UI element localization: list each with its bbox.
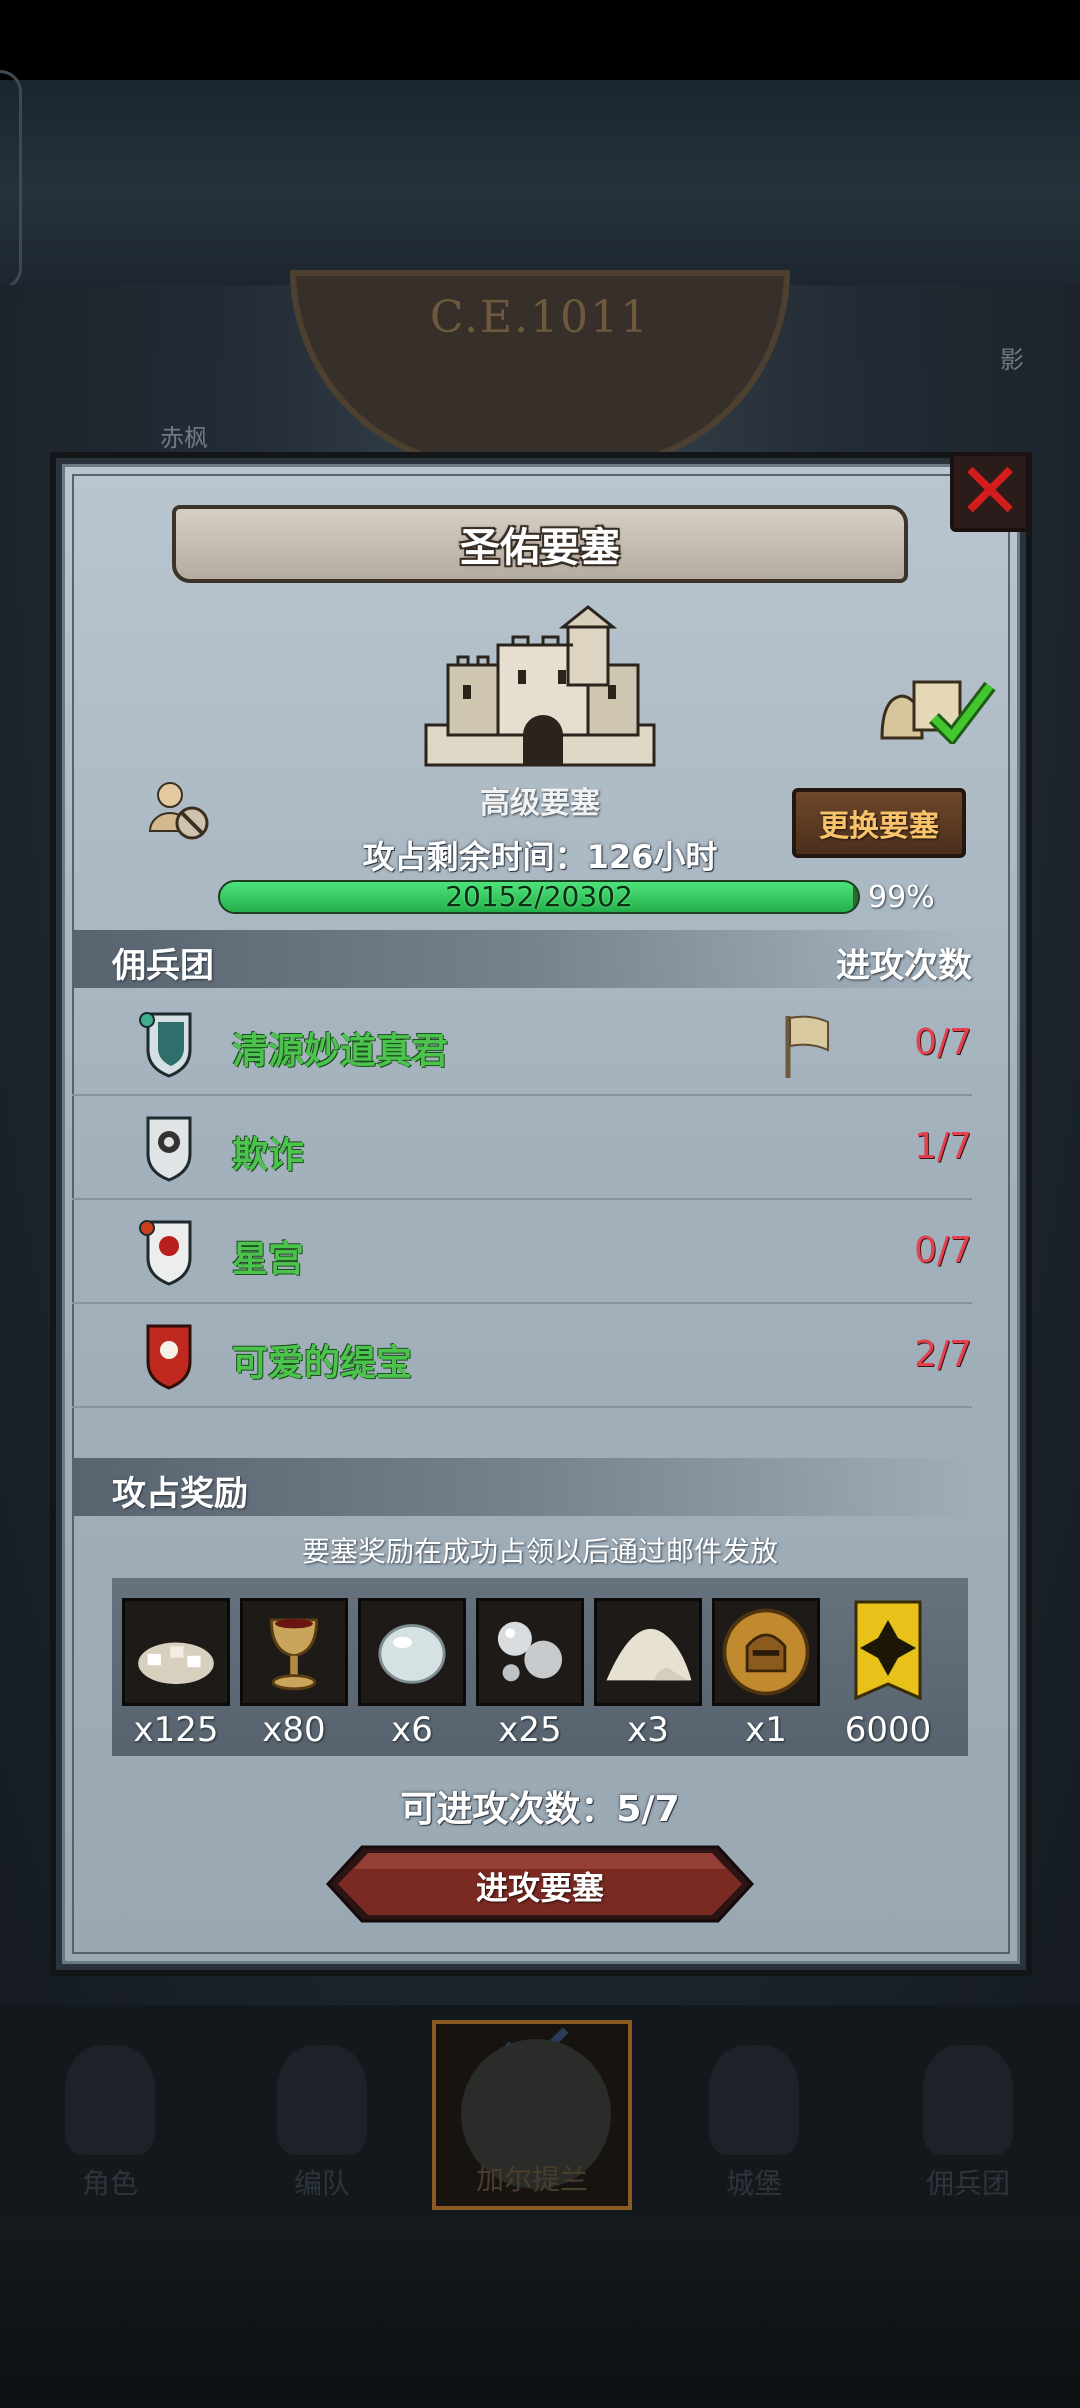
era-label: C.E.1011 xyxy=(429,292,651,343)
nav-label: 角色 xyxy=(81,2167,138,2200)
reward-qty: x6 xyxy=(391,1710,433,1750)
dialog-title: 圣佑要塞 xyxy=(460,525,620,571)
occupation-progress-bar: 20152/20302 xyxy=(218,880,860,914)
reward-section-header: 攻占奖励 xyxy=(72,1458,972,1516)
warrior-icon xyxy=(277,2045,367,2155)
attack-count: 0/7 xyxy=(914,1022,972,1063)
fortress-castle-icon xyxy=(424,605,656,767)
shield-grey-icon xyxy=(146,1116,192,1182)
supply-delivered-icon[interactable] xyxy=(878,668,996,744)
shield-red-icon xyxy=(146,1324,192,1390)
reward-item[interactable]: x6 xyxy=(358,1598,466,1750)
nav-label: 编队 xyxy=(293,2167,350,2200)
castle-icon xyxy=(709,2045,799,2155)
bottom-nav: 角色 编队 加尔提兰 城堡 佣兵团 xyxy=(0,2005,1080,2215)
nav-tab-mercenary[interactable]: 佣兵团 xyxy=(868,2020,1068,2210)
reward-qty: x1 xyxy=(745,1710,787,1750)
reward-item[interactable]: x125 xyxy=(122,1598,230,1750)
mercenary-row[interactable]: 可爱的缇宝 2/7 xyxy=(72,1304,972,1408)
mercenary-section-header: 佣兵团 进攻次数 xyxy=(72,930,972,988)
attack-fortress-button[interactable]: 进攻要塞 xyxy=(325,1845,755,1923)
nav-label: 佣兵团 xyxy=(925,2167,1010,2200)
time-left-label: 攻占剩余时间：126小时 xyxy=(362,838,718,876)
top-banner-background xyxy=(0,80,1080,285)
stone-pile-icon xyxy=(122,1598,230,1706)
attack-count: 1/7 xyxy=(914,1126,972,1167)
reward-section-title: 攻占奖励 xyxy=(112,1474,248,1514)
ship-icon xyxy=(923,2045,1013,2155)
mercenary-name: 清源妙道真君 xyxy=(232,1031,449,1072)
nav-tab-formation[interactable]: 编队 xyxy=(222,2020,422,2210)
close-icon: ✕ xyxy=(957,447,1023,537)
nav-label: 加尔提兰 xyxy=(475,2163,588,2196)
knight-helmet-medal-icon xyxy=(712,1598,820,1706)
knight-icon xyxy=(65,2045,155,2155)
reward-qty: 6000 xyxy=(844,1710,932,1750)
map-label: 赤枫 xyxy=(160,424,208,452)
mercenary-row[interactable]: 星宫 0/7 xyxy=(72,1200,972,1304)
nav-label: 城堡 xyxy=(725,2167,782,2200)
close-button[interactable]: ✕ xyxy=(950,452,1030,532)
reward-list: x125 x80 x6 x25 x3 x1 6000 xyxy=(112,1578,968,1756)
reward-item[interactable]: x25 xyxy=(476,1598,584,1750)
progress-percent: 99% xyxy=(868,880,935,915)
flag-icon xyxy=(785,1015,829,1078)
nav-tab-character[interactable]: 角色 xyxy=(10,2020,210,2210)
side-tab-edge xyxy=(0,70,22,290)
mercenary-name: 星宫 xyxy=(232,1239,305,1280)
progress-text: 20152/20302 xyxy=(445,880,633,913)
attacks-available-label: 可进攻次数：5/7 xyxy=(400,1789,680,1830)
reward-note: 要塞奖励在成功占领以后通过邮件发放 xyxy=(301,1535,778,1568)
salt-pile-icon xyxy=(594,1598,702,1706)
mercenary-name: 可爱的缇宝 xyxy=(232,1343,413,1384)
reward-qty: x3 xyxy=(627,1710,669,1750)
shield-red-white-icon xyxy=(139,1220,192,1286)
attack-count: 2/7 xyxy=(914,1334,972,1375)
shield-green-icon xyxy=(139,1012,192,1078)
map-label: 影 xyxy=(1000,346,1024,374)
mercenary-section-title: 佣兵团 xyxy=(112,946,214,986)
reward-item[interactable]: 6000 xyxy=(834,1598,942,1750)
gold-banner-icon xyxy=(834,1598,942,1706)
reward-item[interactable]: x1 xyxy=(712,1598,820,1750)
attack-count-header: 进攻次数 xyxy=(836,946,972,986)
title-plate: 圣佑要塞 xyxy=(172,505,908,583)
silver-orbs-icon xyxy=(476,1598,584,1706)
nav-tab-galtiran[interactable]: 加尔提兰 xyxy=(432,2007,632,2210)
nav-tab-castle[interactable]: 城堡 xyxy=(654,2020,854,2210)
mercenary-row[interactable]: 欺诈 1/7 xyxy=(72,1096,972,1200)
status-bar-area xyxy=(0,0,1080,80)
crystal-stone-icon xyxy=(358,1598,466,1706)
reward-item[interactable]: x80 xyxy=(240,1598,348,1750)
golden-chalice-icon xyxy=(240,1598,348,1706)
bottom-background xyxy=(0,2215,1080,2408)
attack-fortress-label: 进攻要塞 xyxy=(475,1869,604,1907)
mercenary-row[interactable]: 清源妙道真君 0/7 xyxy=(72,992,972,1096)
reward-qty: x125 xyxy=(133,1710,219,1750)
reward-item[interactable]: x3 xyxy=(594,1598,702,1750)
reward-qty: x25 xyxy=(498,1710,562,1750)
reward-qty: x80 xyxy=(262,1710,326,1750)
mercenary-name: 欺诈 xyxy=(232,1135,305,1176)
attack-count: 0/7 xyxy=(914,1230,972,1271)
